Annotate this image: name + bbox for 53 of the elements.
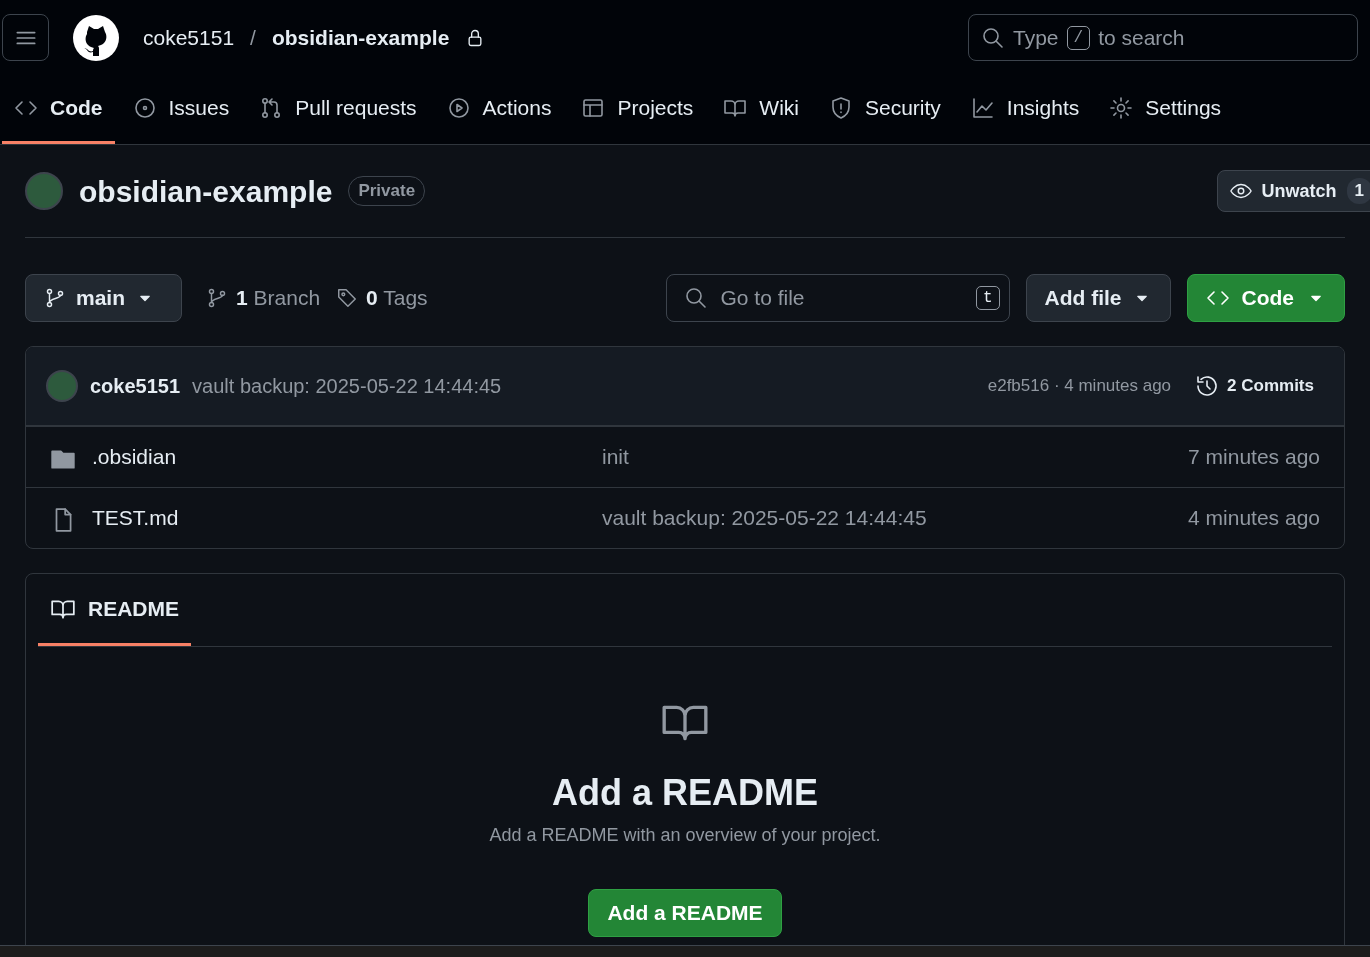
commit-hash-time: e2fb516 · 4 minutes ago <box>987 375 1172 398</box>
keyboard-shortcut: / <box>1066 25 1091 50</box>
commit-author[interactable]: coke5151 <box>90 371 181 401</box>
commits-link[interactable]: 2 Commits <box>1195 373 1314 399</box>
tags-link[interactable]: 0 Tags <box>336 282 428 314</box>
repo-tab[interactable]: Projects <box>569 75 706 144</box>
octocat-logo[interactable] <box>73 14 119 61</box>
breadcrumb-separator: / <box>250 24 256 51</box>
play-icon <box>446 96 471 120</box>
commit-message[interactable]: init <box>602 441 629 473</box>
repo-tab[interactable]: Settings <box>1097 75 1234 144</box>
commit-message: vault backup: 2025-05-22 14:44:45 <box>192 374 502 399</box>
repo-tab[interactable]: Insights <box>958 75 1092 144</box>
commit-time: 7 minutes ago <box>1188 444 1320 471</box>
repo-tab[interactable]: Security <box>817 75 953 144</box>
owner-link[interactable]: coke5151 <box>143 21 235 54</box>
table-icon <box>581 96 606 120</box>
search-icon <box>981 25 1005 50</box>
file-name[interactable]: TEST.md <box>92 502 179 534</box>
branch-button[interactable]: main <box>25 274 182 322</box>
repo-tab[interactable]: Wiki <box>711 75 811 144</box>
readme-heading: Add a README <box>552 771 818 815</box>
author-avatar <box>46 370 78 402</box>
add-file-button[interactable]: Add file <box>1025 274 1171 322</box>
add-readme-button[interactable]: Add a README <box>588 889 782 938</box>
repo-title: obsidian-example <box>79 173 333 210</box>
code-button[interactable]: Code <box>1186 274 1345 322</box>
tag-icon <box>336 287 359 309</box>
branch-icon <box>44 287 66 309</box>
branch-icon <box>206 287 228 309</box>
graph-icon <box>970 96 995 120</box>
watch-count: 1 <box>1346 178 1370 204</box>
repo-tab[interactable]: Pull requests <box>247 75 429 144</box>
file-name[interactable]: .obsidian <box>92 441 177 473</box>
commit-time: 4 minutes ago <box>1188 505 1320 532</box>
repo-tab[interactable]: Actions <box>434 75 564 144</box>
shield-icon <box>829 96 853 120</box>
search-icon <box>683 286 708 310</box>
readme-tab[interactable]: README <box>38 574 191 646</box>
repo-link[interactable]: obsidian-example <box>271 21 450 54</box>
repo-avatar <box>25 172 63 210</box>
repo-tab[interactable]: Issues <box>120 75 242 144</box>
repo-tab[interactable]: Code <box>2 75 115 144</box>
branches-link[interactable]: 1 Branch <box>206 282 321 314</box>
circle-dot-icon <box>132 96 157 120</box>
settings-icon <box>1109 96 1134 120</box>
commit-message[interactable]: vault backup: 2025-05-22 14:44:45 <box>602 502 927 534</box>
search-button[interactable]: Type / to search <box>968 14 1358 61</box>
menu-button[interactable] <box>2 14 49 61</box>
unwatch-button[interactable]: Unwatch 1 <box>1216 170 1370 212</box>
history-icon <box>1195 374 1220 398</box>
readme-description: Add a README with an overview of your project. <box>489 824 881 848</box>
keyboard-shortcut: t <box>975 286 1000 310</box>
